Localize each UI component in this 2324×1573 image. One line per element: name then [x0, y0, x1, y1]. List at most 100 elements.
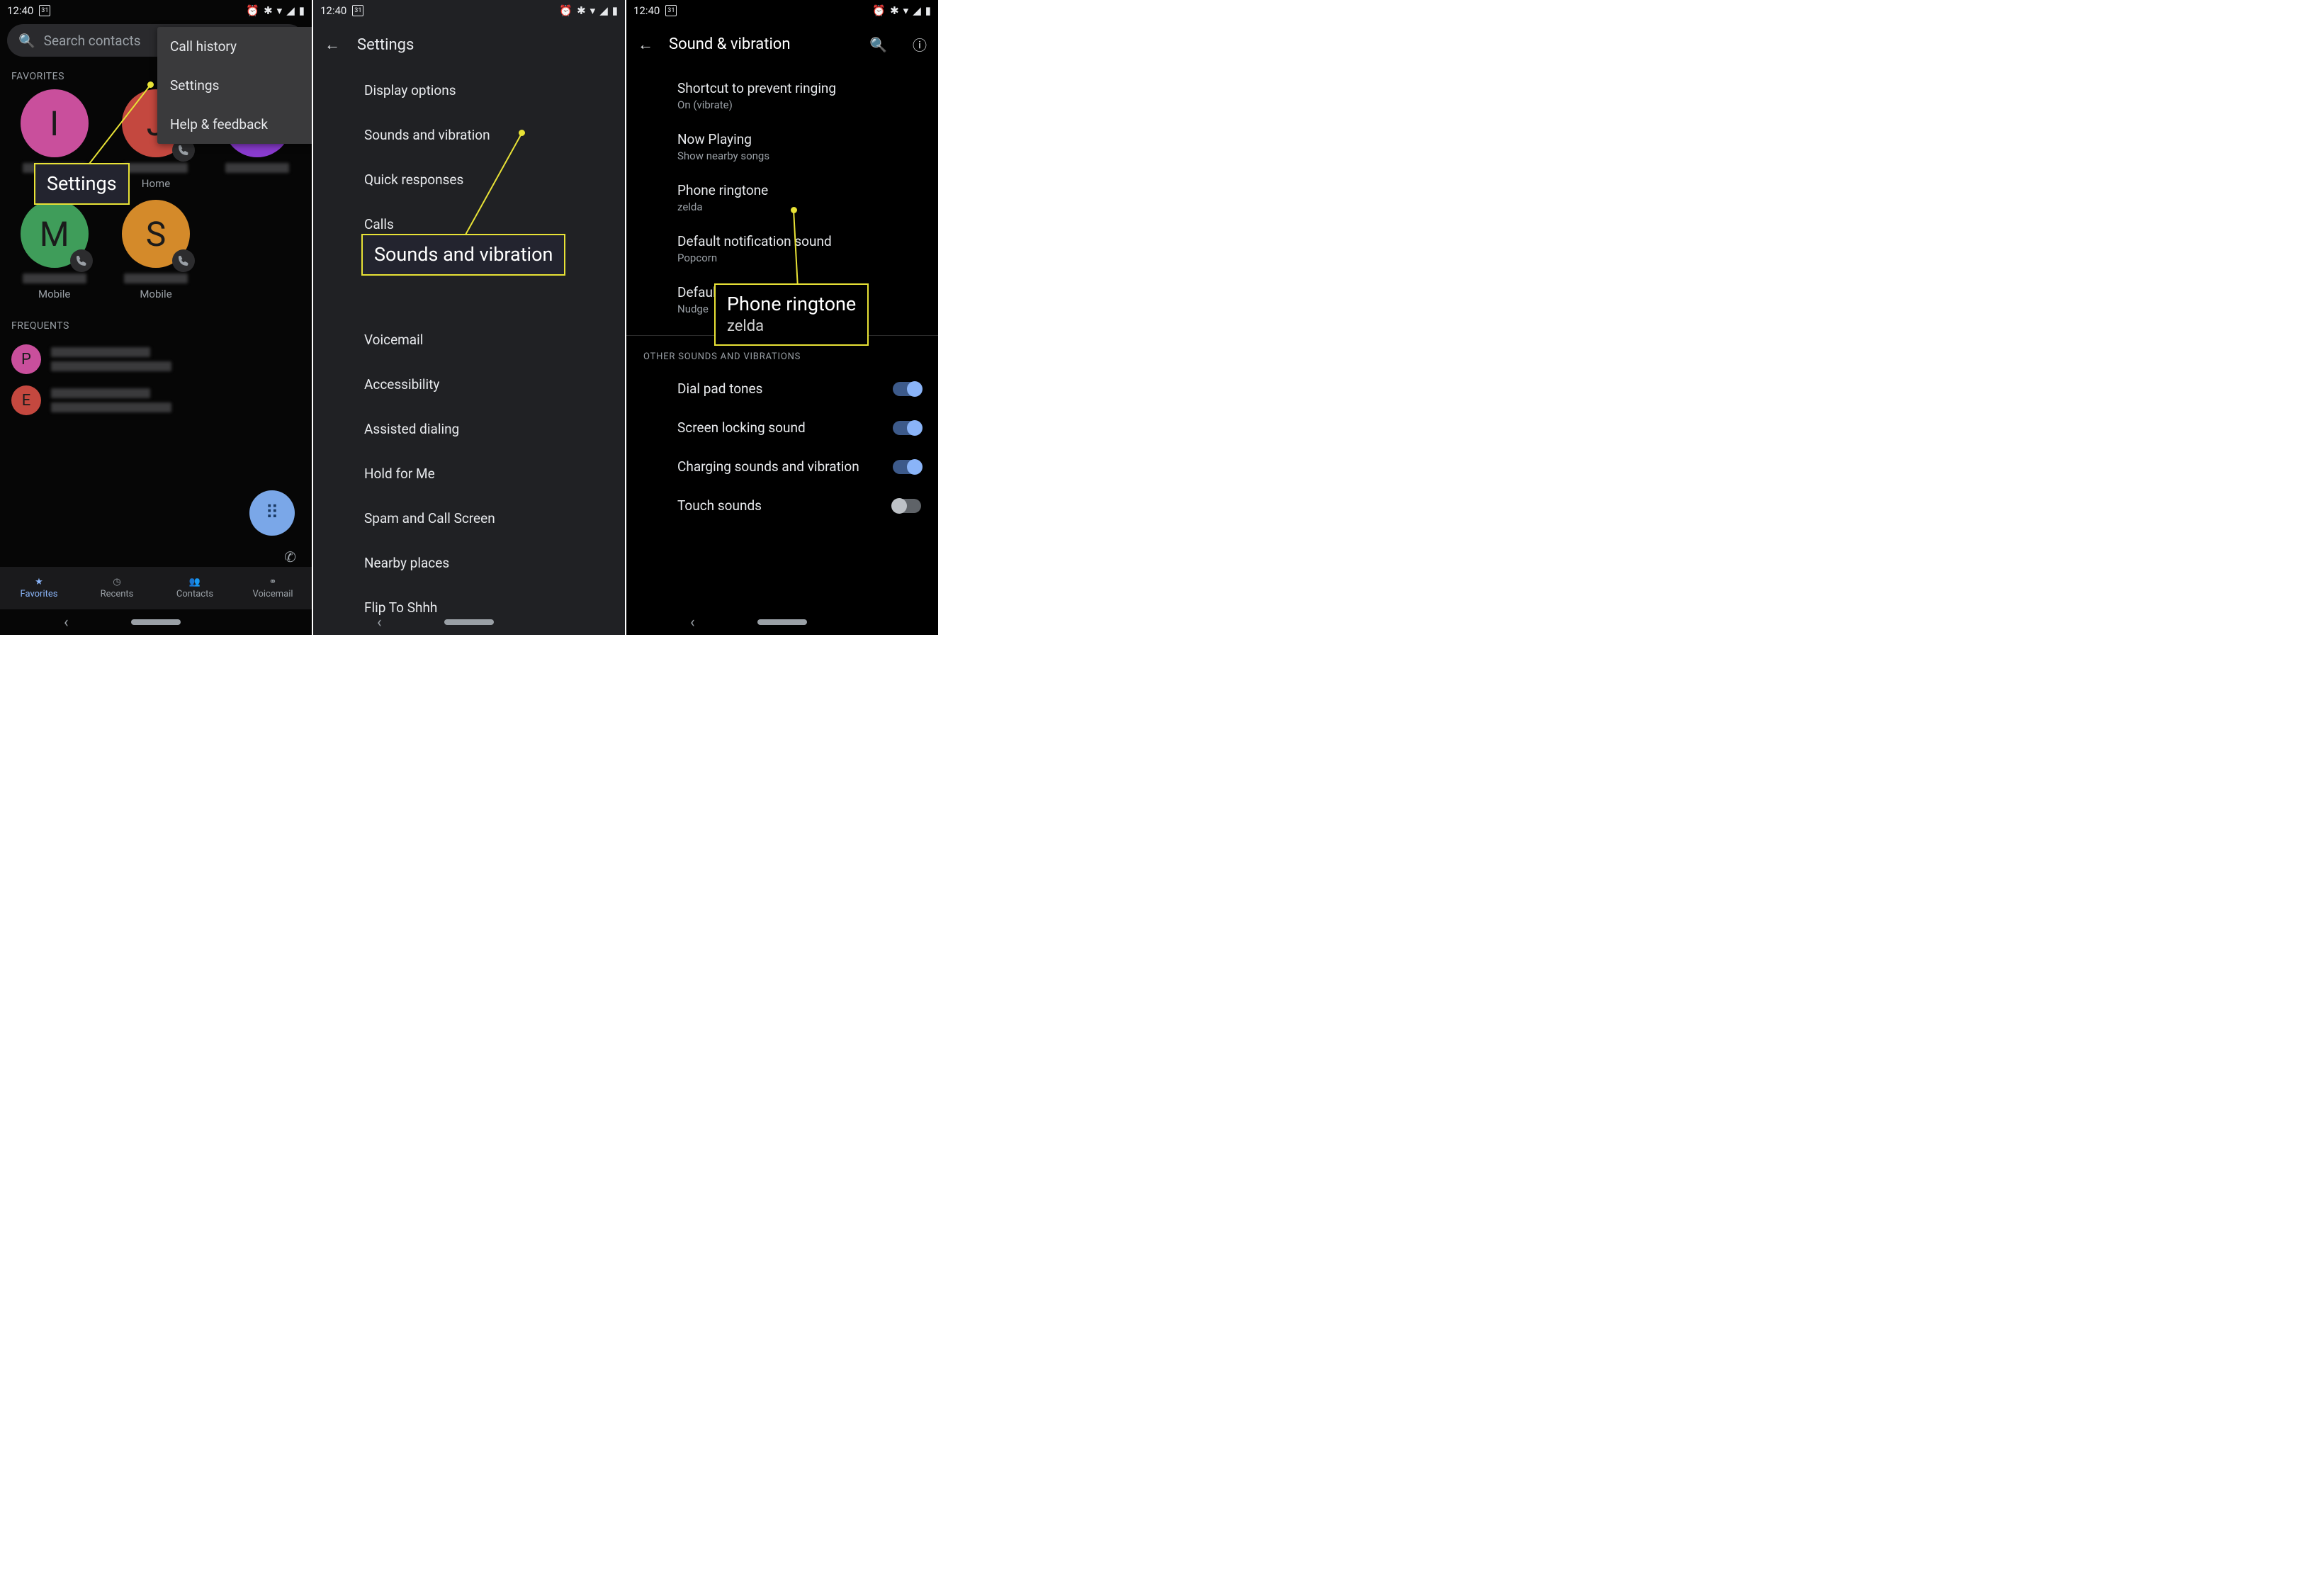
search-icon[interactable]: 🔍: [869, 36, 887, 53]
star-icon: ★: [35, 577, 43, 587]
toggle-row[interactable]: Touch sounds: [626, 486, 938, 525]
overflow-menu: Call history Settings Help & feedback: [157, 27, 312, 144]
toggle-row[interactable]: Charging sounds and vibration: [626, 447, 938, 486]
toggle-switch[interactable]: [893, 421, 921, 435]
help-icon[interactable]: ⓘ: [913, 34, 927, 55]
sound-row[interactable]: Phone ringtonezelda: [626, 172, 938, 223]
status-bar: 12:40 31 ⏰ ✱ ▾ ◢ ▮: [626, 0, 938, 21]
settings-row[interactable]: Voicemail: [313, 317, 625, 362]
settings-row[interactable]: Hold for Me: [313, 451, 625, 496]
search-placeholder: Search contacts: [44, 33, 141, 49]
settings-list: Display optionsSounds and vibrationQuick…: [313, 68, 625, 630]
phone-badge-icon: [172, 249, 195, 272]
calendar-icon: 31: [352, 5, 363, 16]
frequent-row[interactable]: E: [0, 380, 312, 421]
bluetooth-icon: ✱: [890, 4, 899, 17]
battery-icon: ▮: [925, 4, 931, 17]
dialpad-icon: ⠿: [265, 502, 278, 524]
back-button[interactable]: ‹: [377, 614, 382, 631]
settings-row[interactable]: Quick responses: [313, 157, 625, 202]
clock: 12:40: [7, 4, 33, 17]
phone-badge-icon: [70, 249, 93, 272]
signal-icon: ◢: [286, 4, 295, 17]
alarm-icon: ⏰: [872, 4, 886, 17]
back-button[interactable]: ‹: [690, 614, 695, 631]
contact-name-blurred: [124, 274, 188, 283]
frequents-list: PE: [0, 339, 312, 421]
status-icons: ⏰ ✱ ▾ ◢ ▮: [246, 4, 305, 17]
toggle-switch[interactable]: [893, 499, 921, 513]
sound-row[interactable]: Shortcut to prevent ringingOn (vibrate): [626, 70, 938, 121]
home-pill[interactable]: [444, 619, 494, 625]
page-title: Sound & vibration: [669, 35, 791, 53]
menu-settings[interactable]: Settings: [157, 66, 312, 105]
annotation-dot: [791, 207, 797, 213]
contact-type: Mobile: [140, 288, 171, 300]
settings-row[interactable]: Nearby places: [313, 541, 625, 585]
settings-row[interactable]: Spam and Call Screen: [313, 496, 625, 541]
wifi-icon: ▾: [903, 4, 909, 17]
dialpad-fab[interactable]: ⠿ ✆: [249, 490, 295, 536]
wifi-icon: ▾: [277, 4, 283, 17]
toggle-switch[interactable]: [893, 460, 921, 474]
back-icon[interactable]: ←: [638, 35, 653, 54]
back-button[interactable]: ‹: [64, 614, 69, 631]
avatar: P: [11, 344, 41, 374]
avatar: E: [11, 385, 41, 415]
screen-settings: 12:40 31 ⏰ ✱ ▾ ◢ ▮ ← Settings Display op…: [313, 0, 625, 635]
settings-row[interactable]: Sounds and vibration: [313, 113, 625, 157]
contact-type: Home: [142, 177, 170, 190]
clock: 12:40: [633, 4, 660, 17]
calendar-icon: 31: [39, 5, 50, 16]
menu-call-history[interactable]: Call history: [157, 27, 312, 66]
contact-detail-blurred: [51, 402, 171, 412]
settings-header: ← Settings: [313, 21, 625, 68]
contact-name-blurred: [51, 388, 150, 398]
home-pill[interactable]: [757, 619, 807, 625]
callout-sounds: Sounds and vibration: [361, 234, 565, 276]
bluetooth-icon: ✱: [264, 4, 273, 17]
callout-ringtone: Phone ringtone zelda: [714, 283, 869, 346]
contact-detail-blurred: [51, 361, 171, 371]
toggle-switch[interactable]: [893, 382, 921, 396]
favorite-tile[interactable]: SMobile: [108, 200, 203, 300]
tab-voicemail[interactable]: ⚭ Voicemail: [234, 567, 312, 609]
menu-help[interactable]: Help & feedback: [157, 105, 312, 144]
contact-name-blurred: [23, 274, 86, 283]
favorite-tile[interactable]: MMobile: [7, 200, 101, 300]
toggle-list: Dial pad tonesScreen locking soundChargi…: [626, 369, 938, 525]
battery-icon: ▮: [299, 4, 305, 17]
contact-name-blurred: [124, 163, 188, 173]
page-title: Settings: [357, 36, 414, 54]
calendar-icon: 31: [665, 5, 677, 16]
home-pill[interactable]: [131, 619, 181, 625]
nav-bar: ‹: [313, 609, 625, 635]
nav-bar: ‹: [626, 609, 938, 635]
settings-row[interactable]: Accessibility: [313, 362, 625, 407]
toggle-row[interactable]: Screen locking sound: [626, 408, 938, 447]
tab-recents[interactable]: ◷ Recents: [78, 567, 156, 609]
phone-icon: ✆: [284, 548, 296, 565]
voicemail-icon: ⚭: [269, 577, 277, 587]
screen-sound-vibration: 12:40 31 ⏰ ✱ ▾ ◢ ▮ ← Sound & vibration 🔍…: [626, 0, 938, 635]
status-bar: 12:40 31 ⏰ ✱ ▾ ◢ ▮: [313, 0, 625, 21]
tab-favorites[interactable]: ★ Favorites: [0, 567, 78, 609]
status-icons: ⏰ ✱ ▾ ◢ ▮: [872, 4, 931, 17]
toggle-row[interactable]: Dial pad tones: [626, 369, 938, 408]
tab-contacts[interactable]: 👥 Contacts: [156, 567, 234, 609]
bluetooth-icon: ✱: [577, 4, 586, 17]
sound-row[interactable]: Now PlayingShow nearby songs: [626, 121, 938, 172]
alarm-icon: ⏰: [246, 4, 259, 17]
avatar: I: [21, 89, 89, 157]
frequents-label: FREQUENTS: [0, 300, 312, 339]
people-icon: 👥: [189, 577, 201, 587]
settings-row[interactable]: Display options: [313, 68, 625, 113]
bottom-tabs: ★ Favorites ◷ Recents 👥 Contacts ⚭ Voice…: [0, 567, 312, 609]
clock-icon: ◷: [113, 577, 120, 587]
settings-row[interactable]: Assisted dialing: [313, 407, 625, 451]
sound-row[interactable]: Default notification soundPopcorn: [626, 223, 938, 274]
frequent-row[interactable]: P: [0, 339, 312, 380]
wifi-icon: ▾: [590, 4, 596, 17]
back-icon[interactable]: ←: [325, 35, 340, 54]
nav-bar: ‹: [0, 609, 312, 635]
